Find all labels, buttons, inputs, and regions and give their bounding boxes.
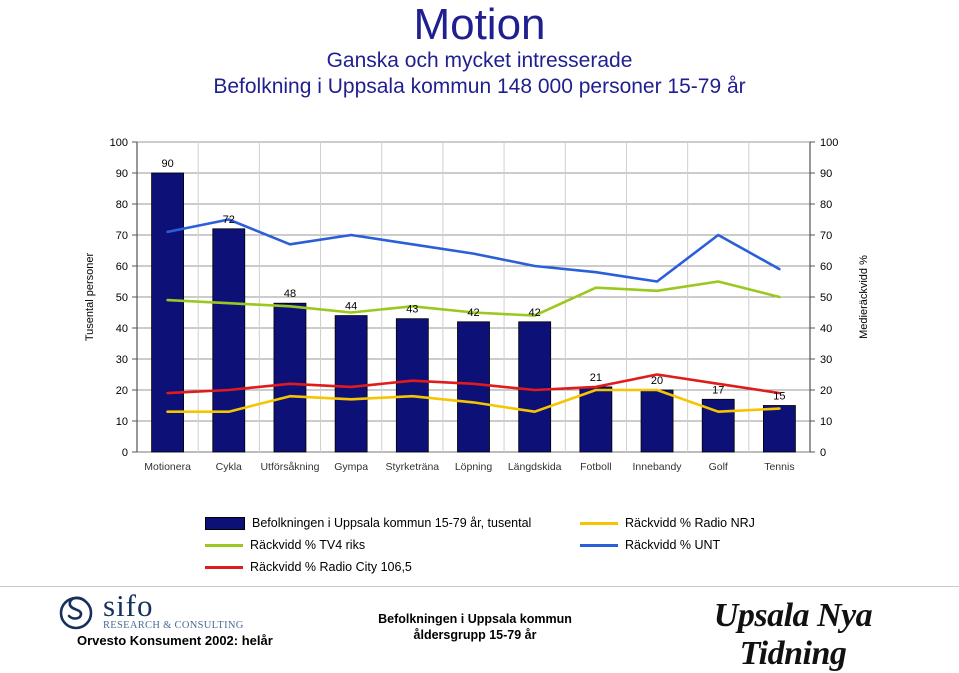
svg-text:21: 21 bbox=[590, 372, 602, 384]
svg-text:90: 90 bbox=[116, 168, 128, 180]
subtitle-primary: Ganska och mycket intresserade bbox=[326, 49, 633, 72]
source-note: Orvesto Konsument 2002: helår bbox=[77, 633, 273, 648]
chart-right-axis-ticks: 0 10 20 30 40 50 60 70 80 90 100 bbox=[810, 137, 838, 459]
legend-swatch-tv4 bbox=[205, 543, 243, 547]
svg-text:17: 17 bbox=[712, 384, 724, 396]
svg-text:Tennis: Tennis bbox=[764, 461, 794, 473]
svg-text:Cykla: Cykla bbox=[216, 461, 242, 473]
sifo-word: sifo bbox=[103, 588, 154, 623]
svg-text:0: 0 bbox=[820, 447, 826, 459]
svg-text:20: 20 bbox=[651, 375, 663, 387]
svg-text:80: 80 bbox=[116, 199, 128, 211]
svg-text:70: 70 bbox=[820, 230, 832, 242]
svg-text:Styrketräna: Styrketräna bbox=[385, 461, 439, 473]
svg-text:30: 30 bbox=[116, 354, 128, 366]
legend-label-unt: Räckvidd % UNT bbox=[625, 538, 721, 552]
svg-text:Utförsåkning: Utförsåkning bbox=[260, 461, 319, 473]
svg-text:50: 50 bbox=[820, 292, 832, 304]
sifo-wordmark: sifo RESEARCH & CONSULTING bbox=[103, 588, 244, 631]
chart-container: 0 10 20 30 40 50 60 70 80 90 100 0 10 20 30 40 50 60 70 80… bbox=[0, 125, 959, 485]
svg-text:20: 20 bbox=[820, 385, 832, 397]
legend-column-left: Befolkningen i Uppsala kommun 15-79 år, … bbox=[205, 512, 531, 578]
svg-text:90: 90 bbox=[820, 168, 832, 180]
y-axis-title-left: Tusental personer bbox=[84, 253, 96, 342]
y-axis-title-right: Medieräckvidd % bbox=[858, 255, 870, 339]
unt-logo: Upsala Nya Tidning bbox=[713, 597, 873, 672]
svg-text:20: 20 bbox=[116, 385, 128, 397]
svg-text:10: 10 bbox=[116, 416, 128, 428]
title-block: Motion Ganska och mycket intresserade Be… bbox=[0, 2, 959, 100]
legend-item-radiocity: Räckvidd % Radio City 106,5 bbox=[205, 556, 531, 578]
svg-text:100: 100 bbox=[110, 137, 128, 149]
svg-text:Längdskida: Längdskida bbox=[508, 461, 562, 473]
svg-text:Löpning: Löpning bbox=[455, 461, 493, 473]
svg-text:40: 40 bbox=[116, 323, 128, 335]
svg-text:80: 80 bbox=[820, 199, 832, 211]
footer-caption: Befolkningen i Uppsala kommun åldersgrup… bbox=[330, 611, 620, 643]
legend-swatch-unt bbox=[580, 543, 618, 547]
legend-item-nrj: Räckvidd % Radio NRJ bbox=[580, 512, 755, 534]
svg-text:48: 48 bbox=[284, 288, 296, 300]
footer-caption-line1: Befolkningen i Uppsala kommun bbox=[378, 612, 572, 626]
chart-legend: Befolkningen i Uppsala kommun 15-79 år, … bbox=[0, 512, 959, 580]
footer: sifo RESEARCH & CONSULTING Orvesto Konsu… bbox=[0, 586, 959, 672]
svg-text:42: 42 bbox=[529, 307, 541, 319]
svg-text:100: 100 bbox=[820, 137, 838, 149]
legend-column-right: Räckvidd % Radio NRJ Räckvidd % UNT bbox=[580, 512, 755, 556]
combo-chart: 0 10 20 30 40 50 60 70 80 90 100 0 10 20 30 40 50 60 70 80… bbox=[84, 137, 870, 473]
sifo-branding: sifo RESEARCH & CONSULTING Orvesto Konsu… bbox=[55, 588, 325, 648]
sifo-swirl-icon bbox=[55, 591, 99, 631]
chart-category-labels: Motionera Cykla Utförsåkning Gympa Styrketrä… bbox=[144, 461, 794, 473]
svg-text:0: 0 bbox=[122, 447, 128, 459]
subtitle-secondary: Befolkning i Uppsala kommun 148 000 pers… bbox=[213, 75, 746, 98]
svg-text:40: 40 bbox=[820, 323, 832, 335]
svg-text:60: 60 bbox=[820, 261, 832, 273]
legend-swatch-radiocity bbox=[205, 565, 243, 569]
footer-caption-line2: åldersgrupp 15-79 år bbox=[413, 628, 537, 642]
svg-text:50: 50 bbox=[116, 292, 128, 304]
svg-text:30: 30 bbox=[820, 354, 832, 366]
sifo-tagline: RESEARCH & CONSULTING bbox=[103, 620, 244, 631]
svg-text:Motionera: Motionera bbox=[144, 461, 191, 473]
legend-label-radiocity: Räckvidd % Radio City 106,5 bbox=[250, 560, 412, 574]
legend-label-tv4: Räckvidd % TV4 riks bbox=[250, 538, 366, 552]
legend-swatch-population bbox=[205, 516, 245, 530]
svg-text:90: 90 bbox=[161, 158, 173, 170]
legend-item-tv4: Räckvidd % TV4 riks bbox=[205, 534, 531, 556]
legend-label-nrj: Räckvidd % Radio NRJ bbox=[625, 516, 755, 530]
svg-text:15: 15 bbox=[773, 391, 785, 403]
svg-text:Fotboll: Fotboll bbox=[580, 461, 612, 473]
svg-text:Innebandy: Innebandy bbox=[633, 461, 683, 473]
svg-text:72: 72 bbox=[223, 214, 235, 226]
svg-text:43: 43 bbox=[406, 304, 418, 316]
legend-label-population: Befolkningen i Uppsala kommun 15-79 år, … bbox=[252, 516, 532, 530]
svg-text:70: 70 bbox=[116, 230, 128, 242]
svg-text:42: 42 bbox=[467, 307, 479, 319]
svg-text:Golf: Golf bbox=[709, 461, 728, 473]
svg-text:Gympa: Gympa bbox=[334, 461, 368, 473]
svg-text:10: 10 bbox=[820, 416, 832, 428]
svg-text:60: 60 bbox=[116, 261, 128, 273]
sifo-logo: sifo RESEARCH & CONSULTING bbox=[55, 588, 325, 631]
chart-left-axis-ticks: 0 10 20 30 40 50 60 70 80 90 100 bbox=[110, 137, 137, 459]
svg-text:44: 44 bbox=[345, 301, 357, 313]
legend-item-unt: Räckvidd % UNT bbox=[580, 534, 755, 556]
legend-swatch-nrj bbox=[580, 521, 618, 525]
legend-item-population: Befolkningen i Uppsala kommun 15-79 år, … bbox=[205, 512, 531, 534]
page-title: Motion bbox=[413, 0, 546, 49]
